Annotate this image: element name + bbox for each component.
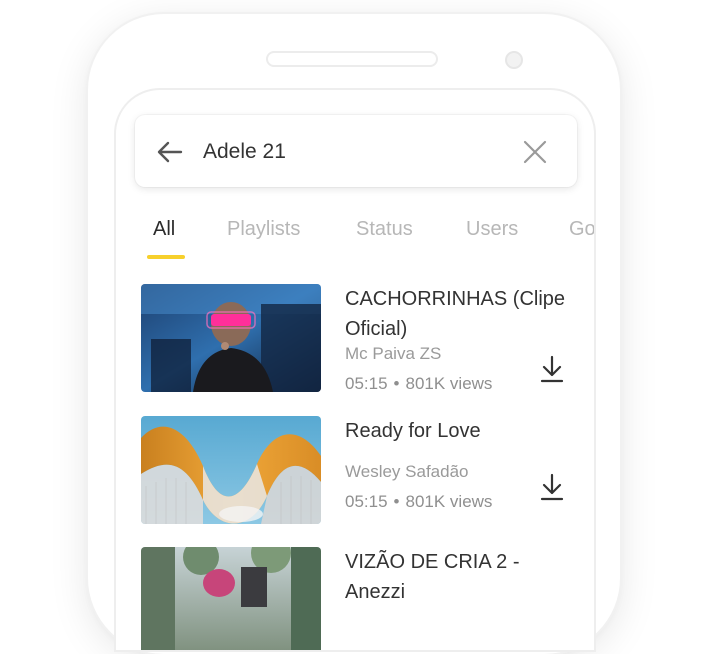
tab-playlists[interactable]: Playlists (227, 218, 300, 241)
result-duration: 05:15 (345, 492, 388, 511)
video-thumbnail[interactable] (141, 547, 321, 650)
video-thumbnail[interactable] (141, 416, 321, 524)
clear-search-button[interactable] (521, 138, 549, 166)
result-views: 801K views (405, 374, 493, 393)
download-icon (540, 355, 564, 383)
result-meta: 05:15 • 801K views (345, 492, 492, 512)
back-button[interactable] (155, 137, 185, 167)
result-meta: 05:15 • 801K views (345, 374, 492, 394)
result-artist: Wesley Safadão (345, 462, 469, 481)
app-screen: All Playlists Status Users Go (116, 90, 594, 650)
search-input[interactable] (201, 131, 505, 173)
result-title[interactable]: CACHORRINHAS (Clipe Oficial) (345, 284, 575, 344)
result-title[interactable]: VIZÃO DE CRIA 2 - Anezzi (345, 547, 575, 607)
meta-separator: • (393, 374, 400, 393)
result-item[interactable]: VIZÃO DE CRIA 2 - Anezzi (141, 547, 581, 650)
meta-separator: • (393, 492, 400, 511)
result-views: 801K views (405, 492, 493, 511)
phone-camera (505, 51, 523, 69)
active-tab-indicator (147, 255, 185, 259)
result-duration: 05:15 (345, 374, 388, 393)
tab-go[interactable]: Go (569, 218, 594, 241)
tab-status[interactable]: Status (356, 218, 413, 241)
download-icon (540, 473, 564, 501)
arrow-left-icon (157, 141, 183, 163)
phone-speaker (266, 51, 438, 67)
close-icon (523, 140, 547, 164)
download-button[interactable] (539, 472, 565, 502)
tab-users[interactable]: Users (466, 218, 518, 241)
result-artist: Mc Paiva ZS (345, 344, 442, 363)
result-title[interactable]: Ready for Love (345, 416, 575, 446)
result-item[interactable]: CACHORRINHAS (Clipe Oficial) Mc Paiva ZS… (141, 284, 581, 394)
result-item[interactable]: Ready for Love Wesley Safadão 05:15 • 801K… (141, 416, 581, 526)
video-thumbnail[interactable] (141, 284, 321, 392)
tab-all[interactable]: All (153, 218, 175, 241)
search-bar (135, 115, 577, 187)
search-tabs: All Playlists Status Users Go (116, 218, 594, 262)
download-button[interactable] (539, 354, 565, 384)
